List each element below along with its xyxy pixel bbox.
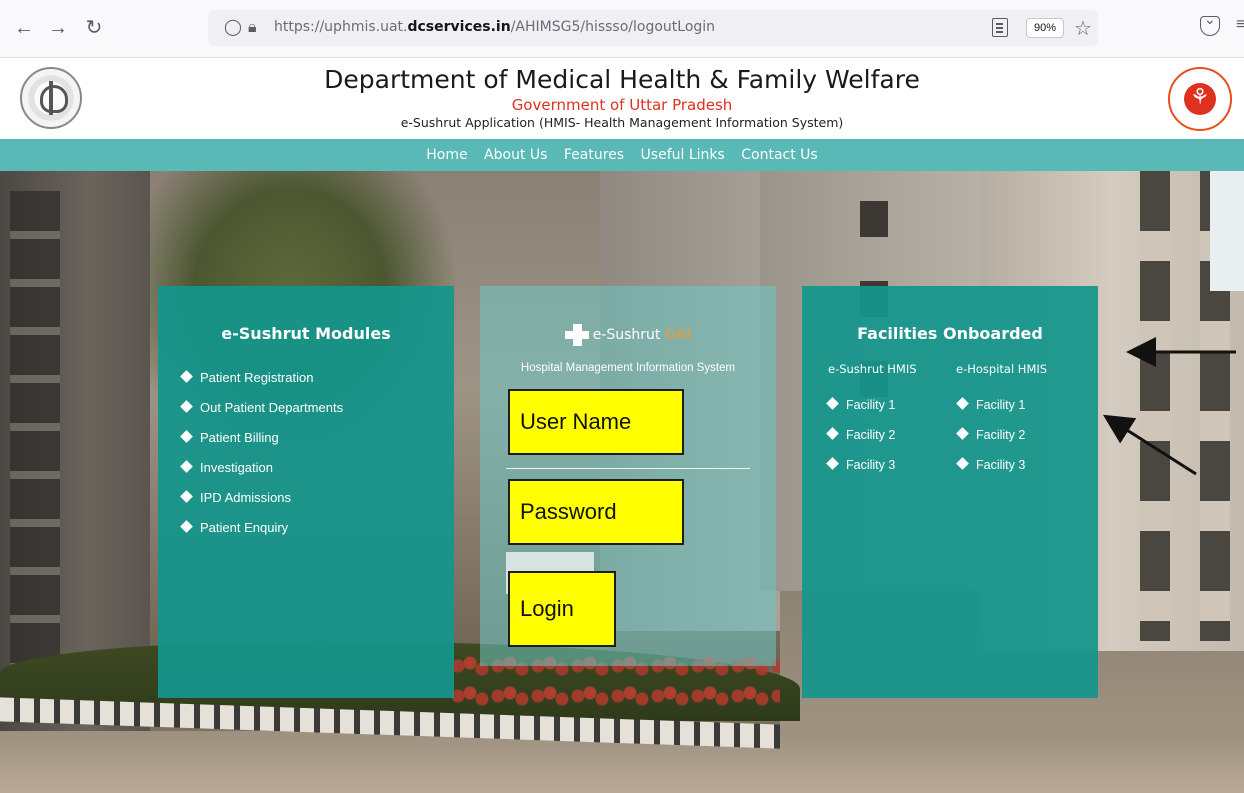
address-bar[interactable]: ◯ 🔒︎ https://uphmis.uat.dcservices.in/AH… xyxy=(208,10,1098,46)
bookmark-star-icon[interactable]: ☆ xyxy=(1074,16,1092,41)
shield-icon[interactable]: ◯ xyxy=(224,18,242,38)
zoom-badge[interactable]: 90% xyxy=(1026,18,1064,38)
diamond-bullet-icon xyxy=(180,370,193,383)
login-subtitle: Hospital Management Information System xyxy=(520,362,736,374)
modules-list: Patient Registration Out Patient Departm… xyxy=(180,370,343,550)
diamond-bullet-icon xyxy=(180,520,193,533)
main-nav: Home About Us Features Useful Links Cont… xyxy=(0,139,1244,171)
reader-view-icon[interactable] xyxy=(992,18,1008,37)
module-item[interactable]: Patient Enquiry xyxy=(180,520,343,550)
module-item[interactable]: IPD Admissions xyxy=(180,490,343,520)
facility-item[interactable]: Facility 1 xyxy=(826,397,895,428)
browser-toolbar: ← → ↻ ◯ 🔒︎ https://uphmis.uat.dcservices… xyxy=(0,0,1244,58)
medical-cross-icon xyxy=(564,324,591,346)
forward-icon[interactable]: → xyxy=(44,14,72,42)
password-field[interactable]: Password xyxy=(508,479,684,545)
diamond-bullet-icon xyxy=(956,397,969,410)
nhm-logo xyxy=(1168,67,1232,131)
app-description: e-Sushrut Application (HMIS- Health Mana… xyxy=(400,115,844,130)
nav-home[interactable]: Home xyxy=(426,139,467,171)
diamond-bullet-icon xyxy=(956,427,969,440)
module-item[interactable]: Out Patient Departments xyxy=(180,400,343,430)
facility-item[interactable]: Facility 3 xyxy=(826,457,895,488)
username-underline xyxy=(506,468,750,469)
lock-icon[interactable]: 🔒︎ xyxy=(248,18,257,38)
nav-useful-links[interactable]: Useful Links xyxy=(641,139,725,171)
sky xyxy=(1210,171,1244,291)
diamond-bullet-icon xyxy=(180,430,193,443)
nav-contact-us[interactable]: Contact Us xyxy=(741,139,817,171)
facility-item[interactable]: Facility 2 xyxy=(956,427,1025,458)
esushrut-facility-list: Facility 1 Facility 2 Facility 3 xyxy=(826,397,895,488)
facility-item[interactable]: Facility 3 xyxy=(956,457,1025,488)
nav-features[interactable]: Features xyxy=(564,139,624,171)
reload-icon[interactable]: ↻ xyxy=(80,14,108,42)
diamond-bullet-icon xyxy=(956,457,969,470)
diamond-bullet-icon xyxy=(180,400,193,413)
module-item[interactable]: Investigation xyxy=(180,460,343,490)
page-subtitle: Government of Uttar Pradesh xyxy=(511,96,733,114)
facility-item[interactable]: Facility 1 xyxy=(956,397,1025,428)
site-header: Department of Medical Health & Family We… xyxy=(0,59,1244,139)
pocket-icon[interactable] xyxy=(1200,11,1220,36)
menu-icon[interactable]: ≡ xyxy=(1236,16,1244,34)
esushrut-hmis-heading: e-Sushrut HMIS xyxy=(828,362,917,376)
page-title: Department of Medical Health & Family We… xyxy=(324,65,920,94)
diamond-bullet-icon xyxy=(826,427,839,440)
diamond-bullet-icon xyxy=(180,490,193,503)
diamond-bullet-icon xyxy=(826,397,839,410)
url-text[interactable]: https://uphmis.uat.dcservices.in/AHIMSG5… xyxy=(274,19,715,35)
diamond-bullet-icon xyxy=(826,457,839,470)
facilities-panel: Facilities Onboarded e-Sushrut HMIS e-Ho… xyxy=(802,286,1098,698)
login-button[interactable]: Login xyxy=(508,571,616,647)
facilities-title: Facilities Onboarded xyxy=(857,324,1043,343)
modules-title: e-Sushrut Modules xyxy=(221,324,391,343)
facility-item[interactable]: Facility 2 xyxy=(826,427,895,458)
module-item[interactable]: Patient Registration xyxy=(180,370,343,400)
ehospital-facility-list: Facility 1 Facility 2 Facility 3 xyxy=(956,397,1025,488)
brand-logo: e-Sushrut G6I xyxy=(480,324,776,346)
username-field[interactable]: User Name xyxy=(508,389,684,455)
ehospital-hmis-heading: e-Hospital HMIS xyxy=(956,362,1048,376)
diamond-bullet-icon xyxy=(180,460,193,473)
nav-about-us[interactable]: About Us xyxy=(484,139,547,171)
module-item[interactable]: Patient Billing xyxy=(180,430,343,460)
back-icon[interactable]: ← xyxy=(10,14,38,42)
modules-panel: e-Sushrut Modules Patient Registration O… xyxy=(158,286,454,698)
